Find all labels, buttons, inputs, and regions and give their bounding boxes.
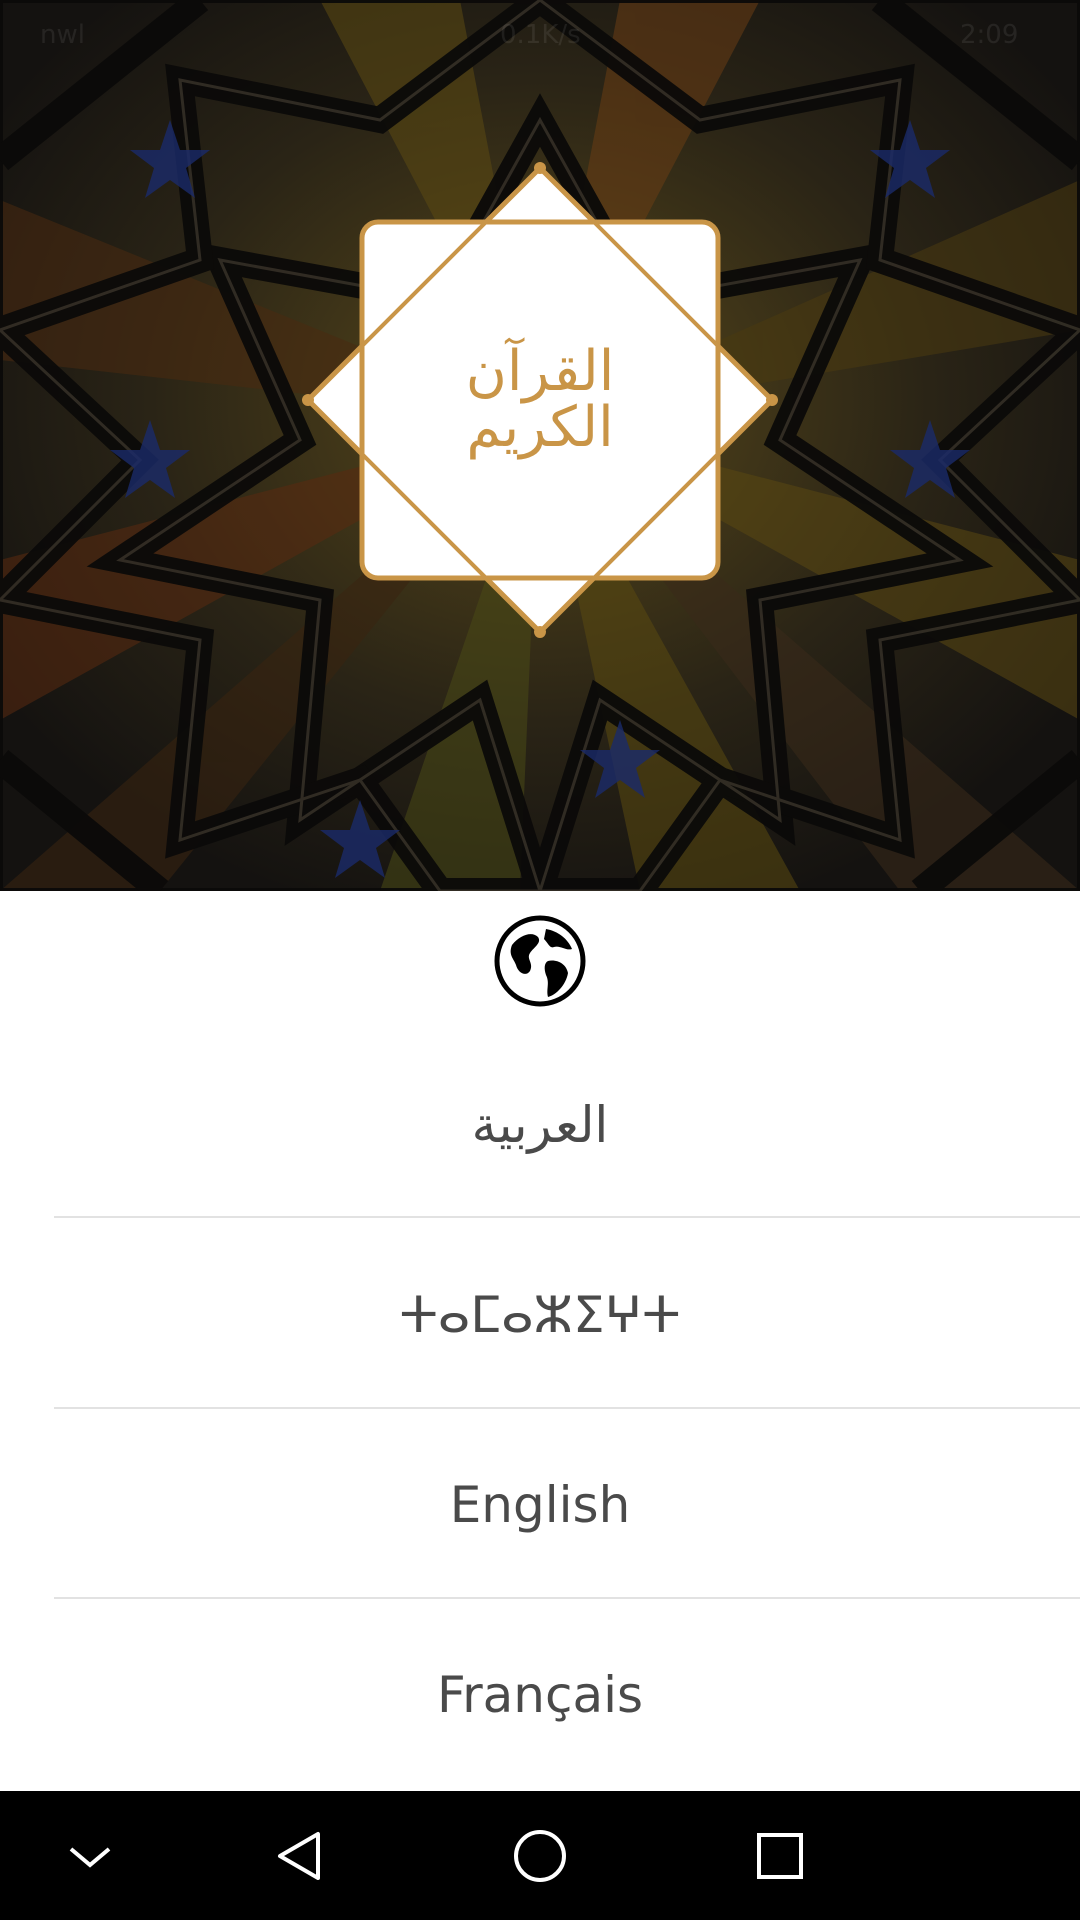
divider — [54, 1597, 1080, 1599]
language-label: ⵜⴰⵎⴰⵣⵉⵖⵜ — [399, 1286, 681, 1344]
status-bar: nwl 0.1K/s 2:09 — [0, 0, 1080, 70]
language-option-arabic[interactable]: العربية — [0, 1030, 1080, 1220]
language-label: العربية — [471, 1096, 609, 1154]
chevron-down-icon[interactable] — [30, 1791, 150, 1920]
back-icon[interactable] — [240, 1791, 360, 1920]
status-network-speed: 0.1K/s — [500, 20, 581, 50]
language-option-tamazight[interactable]: ⵜⴰⵎⴰⵣⵉⵖⵜ — [0, 1220, 1080, 1410]
divider — [54, 1216, 1080, 1218]
home-icon[interactable] — [480, 1791, 600, 1920]
globe-icon — [494, 915, 586, 1007]
logo-calligraphy: القرآن الكريم — [465, 339, 615, 460]
status-signal-text: nwl — [40, 20, 85, 50]
language-label: English — [449, 1476, 631, 1534]
system-navigation-bar — [0, 1791, 1080, 1920]
divider — [54, 1407, 1080, 1409]
recents-icon[interactable] — [720, 1791, 840, 1920]
status-clock: 2:09 — [960, 20, 1019, 50]
language-option-french[interactable]: Français — [0, 1600, 1080, 1790]
language-label: Français — [436, 1666, 644, 1724]
header-banner: nwl 0.1K/s 2:09 القرآن الكريم — [0, 0, 1080, 891]
language-option-english[interactable]: English — [0, 1410, 1080, 1600]
